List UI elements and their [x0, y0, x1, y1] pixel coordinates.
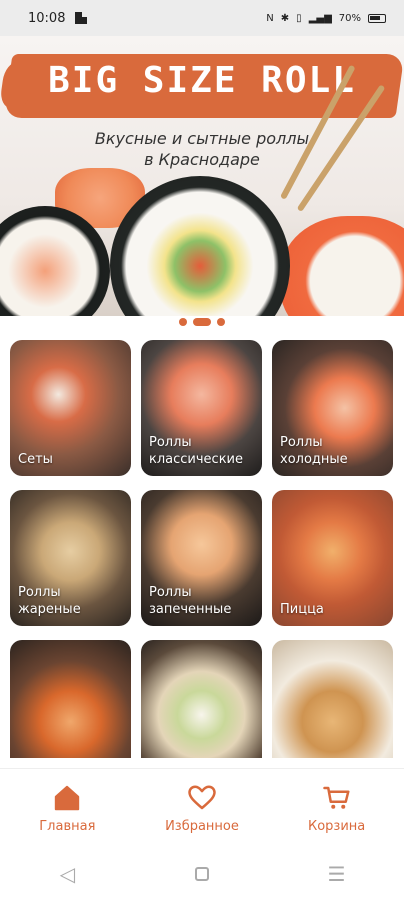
status-time: 10:08: [28, 10, 66, 26]
category-card-fried-rolls[interactable]: Роллы жареные: [10, 490, 131, 626]
recents-icon[interactable]: ☰: [317, 862, 357, 886]
carousel-dot[interactable]: [217, 318, 225, 326]
carousel-dot[interactable]: [179, 318, 187, 326]
status-left: 10:08: [28, 10, 88, 26]
home-icon: [55, 785, 80, 811]
signal-icon: ▂▄▆: [308, 12, 332, 24]
system-navigation-bar: ◁ ☰: [0, 848, 404, 900]
category-label: Сеты: [18, 452, 53, 467]
category-label: Пицца: [280, 602, 324, 617]
square-icon: [194, 867, 209, 881]
tagline-line-2: в Краснодаре: [144, 150, 260, 169]
nav-favorites-label: Избранное: [165, 819, 239, 834]
category-card-pizza[interactable]: Пицца: [272, 490, 393, 626]
sushi-roll-image: [280, 216, 404, 316]
battery-icon: [368, 13, 386, 23]
back-icon[interactable]: ◁: [47, 862, 87, 886]
category-card-snacks[interactable]: [272, 640, 393, 758]
status-bar: 10:08 N ✱ ▯ ▂▄▆ 70%: [0, 0, 404, 36]
category-card-salads[interactable]: [141, 640, 262, 758]
category-card-soups[interactable]: [10, 640, 131, 758]
category-card-sets[interactable]: Сеты: [10, 340, 131, 476]
cart-icon: [322, 786, 350, 809]
bottom-navigation: Главная Избранное Корзина: [0, 768, 404, 848]
home-button[interactable]: [182, 867, 222, 881]
category-label: Роллы запеченные: [149, 585, 232, 617]
category-label: Роллы холодные: [280, 435, 348, 467]
category-card-baked-rolls[interactable]: Роллы запеченные: [141, 490, 262, 626]
promo-banner[interactable]: BIG SIZE ROLL Вкусные и сытные роллы в К…: [0, 36, 404, 316]
category-label: Роллы жареные: [18, 585, 81, 617]
nav-favorites[interactable]: Избранное: [142, 783, 262, 834]
notification-icon: [75, 12, 88, 24]
heart-icon: [188, 785, 216, 810]
vibrate-icon: ▯: [296, 12, 302, 24]
nav-cart-label: Корзина: [308, 819, 366, 834]
category-card-cold-rolls[interactable]: Роллы холодные: [272, 340, 393, 476]
carousel-dot-active[interactable]: [193, 318, 211, 326]
status-right: N ✱ ▯ ▂▄▆ 70%: [266, 13, 386, 24]
nav-home-label: Главная: [39, 819, 96, 834]
nfc-icon: N: [266, 12, 274, 24]
nav-home[interactable]: Главная: [7, 783, 127, 834]
category-card-classic-rolls[interactable]: Роллы классические: [141, 340, 262, 476]
category-grid: Сеты Роллы классические Роллы холодные Рол…: [10, 340, 394, 758]
app-screen: 10:08 N ✱ ▯ ▂▄▆ 70% BIG SIZE ROLL Вкусны…: [0, 0, 404, 900]
nav-cart[interactable]: Корзина: [277, 783, 397, 834]
carousel-indicator: [0, 318, 404, 326]
category-label: Роллы классические: [149, 435, 243, 467]
battery-percent: 70%: [338, 12, 361, 24]
bluetooth-icon: ✱: [280, 12, 290, 24]
